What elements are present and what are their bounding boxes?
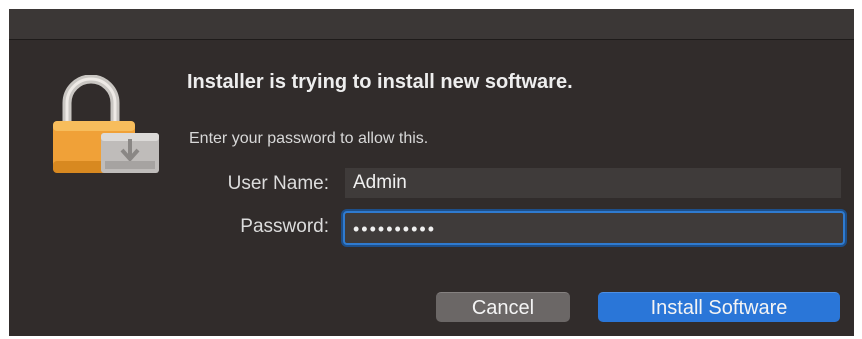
title-bar[interactable]	[9, 9, 854, 40]
username-label: User Name:	[227, 173, 329, 194]
dialog-heading: Installer is trying to install new softw…	[187, 71, 573, 93]
username-field[interactable]: Admin	[345, 168, 841, 198]
auth-dialog: Installer is trying to install new softw…	[9, 9, 854, 336]
password-field[interactable]: ••••••••••	[343, 211, 845, 245]
password-label: Password:	[240, 216, 329, 237]
cancel-button[interactable]: Cancel	[436, 292, 570, 322]
lock-icon	[53, 75, 165, 175]
install-software-button[interactable]: Install Software	[598, 292, 840, 322]
dialog-subtext: Enter your password to allow this.	[189, 130, 429, 147]
